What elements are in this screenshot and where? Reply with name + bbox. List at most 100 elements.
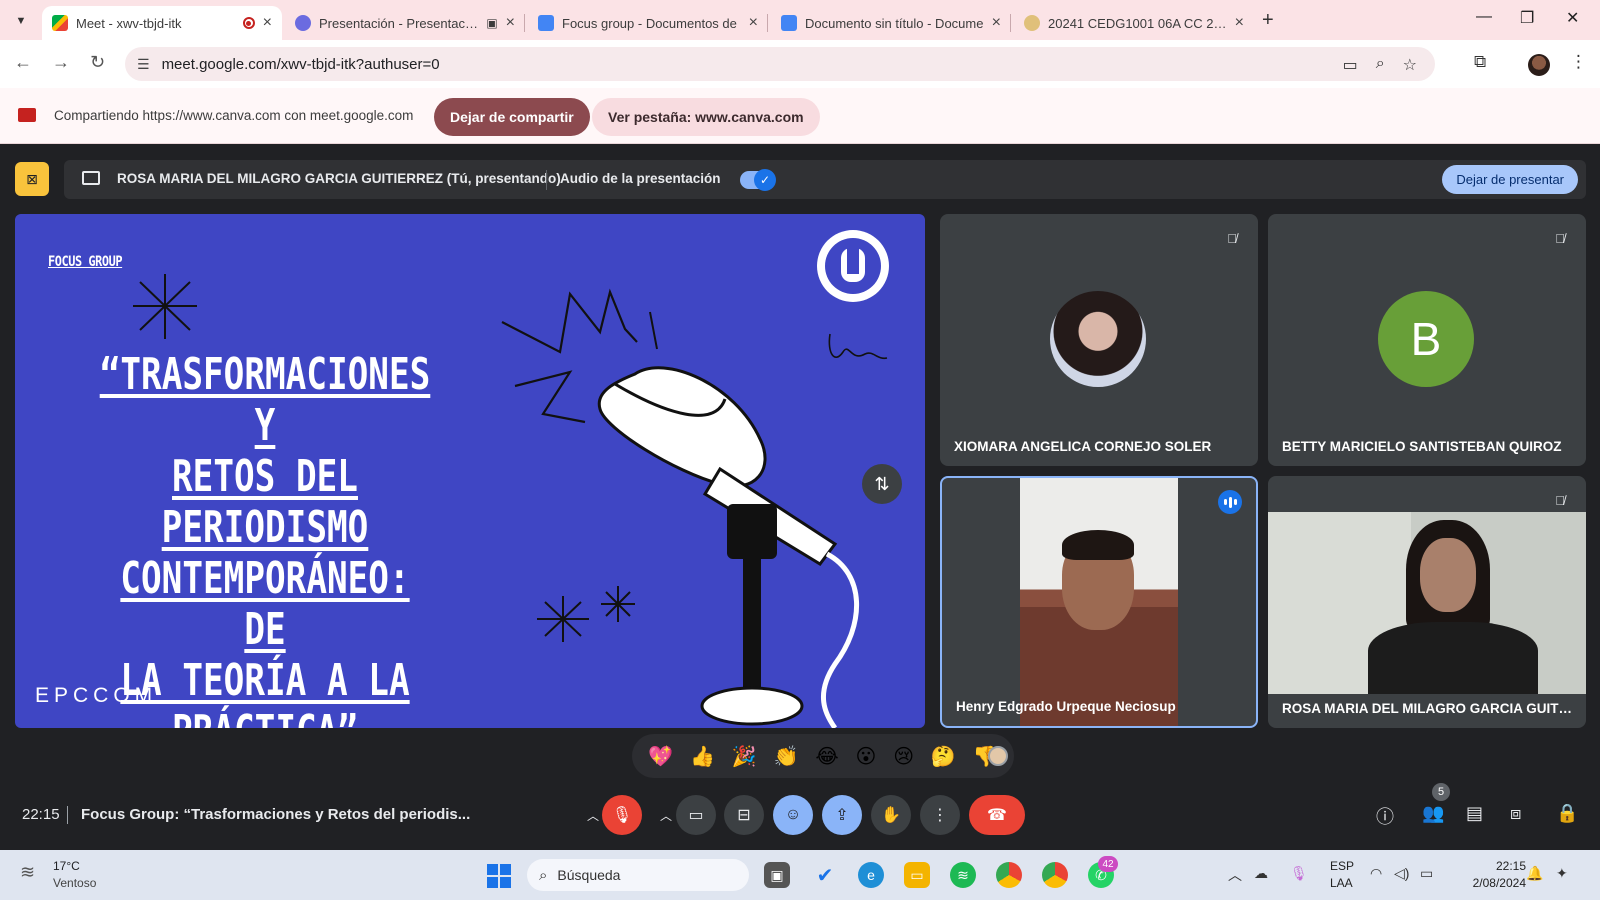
hand-icon: ✋ [881,807,901,824]
leave-call-button[interactable]: ☎ [969,795,1025,835]
new-tab-icon[interactable]: + [1262,9,1274,32]
slide-tag: FOCUS GROUP [48,254,123,270]
participant-name: ROSA MARIA DEL MILAGRO GARCIA GUITIE... [1282,701,1572,716]
participant-tile-speaking[interactable]: Henry Edgrado Urpeque Neciosup [940,476,1258,728]
participant-avatar [1050,291,1146,387]
todo-check-icon[interactable]: ✔ [812,862,838,888]
spotify-icon[interactable]: ≋ [950,862,976,888]
screen-share-icon [18,108,36,122]
forward-icon[interactable]: → [52,52,70,73]
tab-search-icon[interactable]: ▼ [8,8,34,34]
slide-title: “TRASFORMACIONES Y RETOS DEL PERIODISMO … [97,349,432,728]
close-window-icon[interactable]: ✕ [1566,8,1579,28]
close-tab-icon[interactable]: × [506,14,515,32]
close-tab-icon[interactable]: × [263,14,272,32]
reaction-party[interactable]: 🎉 [732,744,757,769]
tab-cedg[interactable]: 20241 CEDG1001 06A CC 2022 × [1014,6,1254,40]
browser-toolbar: ← → ↻ ☰ meet.google.com/xwv-tbjd-itk?aut… [0,40,1600,88]
chrome-icon[interactable] [996,862,1022,888]
onedrive-cloud-icon[interactable]: ☁ [1254,865,1268,882]
people-icon[interactable]: 👥 [1422,803,1444,824]
presentation-slide: FOCUS GROUP “TRASFORMACIONES Y RETOS DEL… [15,214,925,728]
video-options-chevron-icon[interactable]: ︿ [656,795,676,835]
presentation-audio-toggle[interactable]: ✓ [740,169,776,191]
present-button[interactable]: ⇪ [822,795,862,835]
weather-wind-icon[interactable]: ≋ [20,862,35,883]
presenter-name: ROSA MARIA DEL MILAGRO GARCIA GUITIERREZ… [117,171,561,186]
input-language[interactable]: ESP [1330,859,1354,873]
notification-bell-icon[interactable]: 🔔 [1526,865,1543,882]
more-options-button[interactable]: ⋮ [920,795,960,835]
zoom-icon[interactable]: ⌕ [1376,55,1385,75]
activities-icon[interactable]: ⧈ [1510,803,1521,824]
captions-button[interactable]: ⊟ [724,795,764,835]
address-bar[interactable]: ☰ meet.google.com/xwv-tbjd-itk?authuser=… [125,47,1435,81]
tab-presentacion[interactable]: Presentación - Presentación ▣ × [285,6,525,40]
microphone-icon [597,366,859,728]
check-icon: ✓ [754,169,776,191]
taskbar-search[interactable]: ⌕ Búsqueda [527,859,749,891]
url-text: meet.google.com/xwv-tbjd-itk?authuser=0 [161,55,440,73]
tab-focus-group[interactable]: Focus group - Documentos de × [528,6,768,40]
reaction-heart[interactable]: 💖 [648,744,673,769]
close-tab-icon[interactable]: × [1235,14,1244,32]
reaction-clap[interactable]: 👏 [774,744,799,769]
camera-icon[interactable]: ▭ [1343,55,1358,75]
close-tab-icon[interactable]: × [749,14,758,32]
raise-hand-button[interactable]: ✋ [871,795,911,835]
extensions-icon[interactable]: ⧉ [1474,52,1486,72]
hide-presentation-icon[interactable]: ⊠ [15,162,49,196]
task-view-icon[interactable]: ▣ [764,862,790,888]
windows-start-icon[interactable] [487,864,511,888]
profile-avatar[interactable] [1528,54,1550,76]
stop-presenting-button[interactable]: Dejar de presentar [1442,165,1578,194]
meeting-details-icon[interactable]: ⓘ [1376,803,1394,829]
close-tab-icon[interactable]: × [992,14,1001,32]
audio-options-chevron-icon[interactable]: ︿ [583,795,603,835]
show-hidden-icons-chevron[interactable]: ︿ [1228,865,1242,885]
back-icon[interactable]: ← [14,52,32,73]
emoji-icon: ☺ [784,806,802,823]
skin-tone-selector[interactable] [988,746,1008,766]
reactions-button[interactable]: ☺ [773,795,813,835]
reaction-sad[interactable]: 😢 [893,744,914,769]
browser-tab-bar: ▼ Meet - xwv-tbjd-itk × Presentación - P… [0,0,1600,40]
chat-icon[interactable]: ▤ [1466,803,1483,824]
input-layout[interactable]: LAA [1330,876,1353,890]
host-controls-icon[interactable]: 🔒 [1556,803,1578,824]
reaction-surprised[interactable]: 😮 [856,744,877,769]
edge-browser-icon[interactable]: e [858,862,884,888]
file-explorer-icon[interactable]: ▭ [904,862,930,888]
wifi-icon[interactable]: ◠ [1370,865,1382,882]
participant-tile[interactable]: B 🎙̸ BETTY MARICIELO SANTISTEBAN QUIROZ [1268,214,1586,466]
minimize-icon[interactable]: — [1476,8,1492,26]
participant-tile[interactable]: 🎙̸ ROSA MARIA DEL MILAGRO GARCIA GUITIE.… [1268,476,1586,728]
stop-sharing-button[interactable]: Dejar de compartir [434,98,590,136]
mic-toggle-button[interactable]: 🎙 [602,795,642,835]
university-seal-logo [817,230,889,302]
system-clock-date[interactable]: 2/08/2024 [1456,876,1526,890]
volume-icon[interactable]: ◁) [1394,865,1409,882]
battery-icon[interactable]: ▭ [1420,865,1433,882]
reaction-thinking[interactable]: 🤔 [931,744,956,769]
meeting-clock: 22:15 [22,806,60,823]
bookmark-star-icon[interactable]: ☆ [1403,55,1417,75]
system-clock-time[interactable]: 22:15 [1476,859,1526,873]
view-tab-button[interactable]: Ver pestaña: www.canva.com [592,98,820,136]
star-doodle-icon [133,274,197,339]
reload-icon[interactable]: ↻ [90,52,105,73]
swap-layout-icon[interactable]: ⇅ [862,464,902,504]
reaction-thumbs-up[interactable]: 👍 [690,744,715,769]
copilot-icon[interactable]: ✦ [1556,865,1568,882]
site-info-icon[interactable]: ☰ [137,56,150,73]
search-icon: ⌕ [539,866,548,884]
restore-icon[interactable]: ❐ [1520,8,1534,28]
tab-documento-sin-titulo[interactable]: Documento sin título - Docume × [771,6,1011,40]
chrome-profile-icon[interactable] [1042,862,1068,888]
reaction-laugh[interactable]: 😂 [815,744,838,769]
camera-toggle-button[interactable]: ▭ [676,795,716,835]
participant-tile[interactable]: 🎙̸ XIOMARA ANGELICA CORNEJO SOLER [940,214,1258,466]
tab-meet[interactable]: Meet - xwv-tbjd-itk × [42,6,282,40]
microphone-in-use-icon[interactable]: 🎙 [1290,865,1308,882]
menu-kebab-icon[interactable]: ⋮ [1570,52,1587,72]
